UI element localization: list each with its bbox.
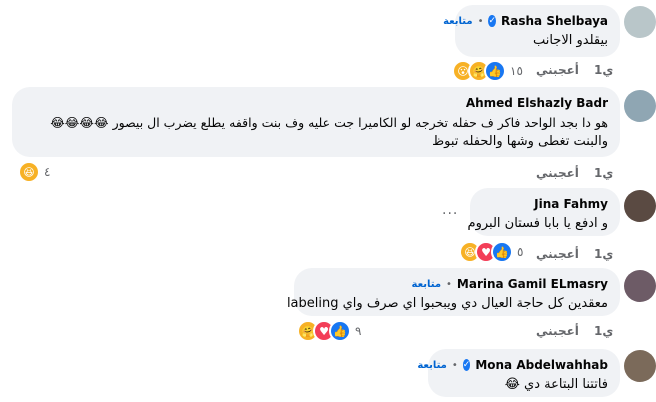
avatar[interactable] — [624, 270, 656, 302]
time-link[interactable]: 1ي — [594, 324, 613, 338]
comment-header: Ahmed Elshazly Badr — [24, 95, 608, 111]
author-name[interactable]: Marina Gamil ELmasry — [457, 277, 608, 291]
follow-button[interactable]: متابعة — [443, 16, 473, 27]
time-link[interactable]: 1ي — [594, 63, 613, 77]
comment-actions: 1ي أعجبني — [0, 247, 656, 265]
more-options-button[interactable]: ... — [442, 202, 458, 218]
comment-header: Jina Fahmy — [482, 196, 608, 212]
author-name[interactable]: Ahmed Elshazly Badr — [466, 96, 608, 110]
comment-bubble: متابعة • Marina Gamil ELmasry معقدين كل … — [286, 268, 620, 316]
comment-actions: 1ي أعجبني — [0, 166, 656, 184]
reaction-count: ١٥ — [510, 64, 523, 78]
comment-bubble: Jina Fahmy و ادفع يا بابا فستان البروم — [467, 188, 620, 236]
avatar[interactable] — [624, 190, 656, 222]
verified-badge-icon: ✓ — [462, 359, 471, 371]
author-name[interactable]: Mona Abdelwahhab — [475, 358, 608, 372]
comment-bubble: متابعة • ✓ Rasha Shelbaya بيقلدو الاجانب — [443, 5, 620, 57]
time-link[interactable]: 1ي — [594, 166, 613, 180]
comment-text-line: والبنت تغطى وشها والحفله تبوظ — [432, 134, 608, 149]
comment-text: معقدين كل حاجة العيال دي ويبحبوا اي صرف … — [286, 296, 608, 311]
avatar[interactable] — [624, 90, 656, 122]
like-reaction-icon: 👍 — [484, 60, 506, 82]
avatar[interactable] — [624, 350, 656, 382]
comment-actions: 1ي أعجبني — [0, 63, 656, 81]
comment-text: و ادفع يا بابا فستان البروم — [467, 216, 608, 231]
follow-button[interactable]: متابعة — [417, 360, 447, 371]
comment-text: بيقلدو الاجانب — [532, 33, 608, 48]
comment-header: متابعة • ✓ Mona Abdelwahhab — [417, 357, 608, 373]
separator-dot: • — [477, 15, 484, 27]
separator-dot: • — [446, 278, 452, 290]
time-link[interactable]: 1ي — [594, 247, 613, 261]
author-name[interactable]: Jina Fahmy — [534, 197, 608, 211]
like-button[interactable]: أعجبني — [536, 247, 579, 261]
like-button[interactable]: أعجبني — [536, 63, 579, 77]
comment-actions: 1ي أعجبني — [0, 324, 656, 342]
separator-dot: • — [451, 359, 458, 371]
comment-bubble: متابعة • ✓ Mona Abdelwahhab فاتتنا البتا… — [417, 349, 620, 397]
verified-badge-icon: ✓ — [488, 15, 497, 27]
avatar[interactable] — [624, 6, 656, 38]
comment-header: متابعة • ✓ Rasha Shelbaya — [443, 13, 608, 29]
reaction-summary[interactable]: 😮 🤗 👍 ١٥ — [452, 60, 523, 82]
comment-bubble: Ahmed Elshazly Badr هو دا بجد الواحد فاك… — [12, 87, 620, 157]
comment-text: فاتتنا البتاعة دي 😂 — [504, 377, 608, 392]
author-name[interactable]: Rasha Shelbaya — [501, 14, 608, 28]
like-button[interactable]: أعجبني — [536, 324, 579, 338]
like-button[interactable]: أعجبني — [536, 166, 579, 180]
comment-text-line: هو دا بجد الواحد فاكر ف حفله تخرجه لو ال… — [50, 115, 608, 130]
follow-button[interactable]: متابعة — [412, 279, 442, 290]
comment-header: متابعة • Marina Gamil ELmasry — [306, 276, 608, 292]
